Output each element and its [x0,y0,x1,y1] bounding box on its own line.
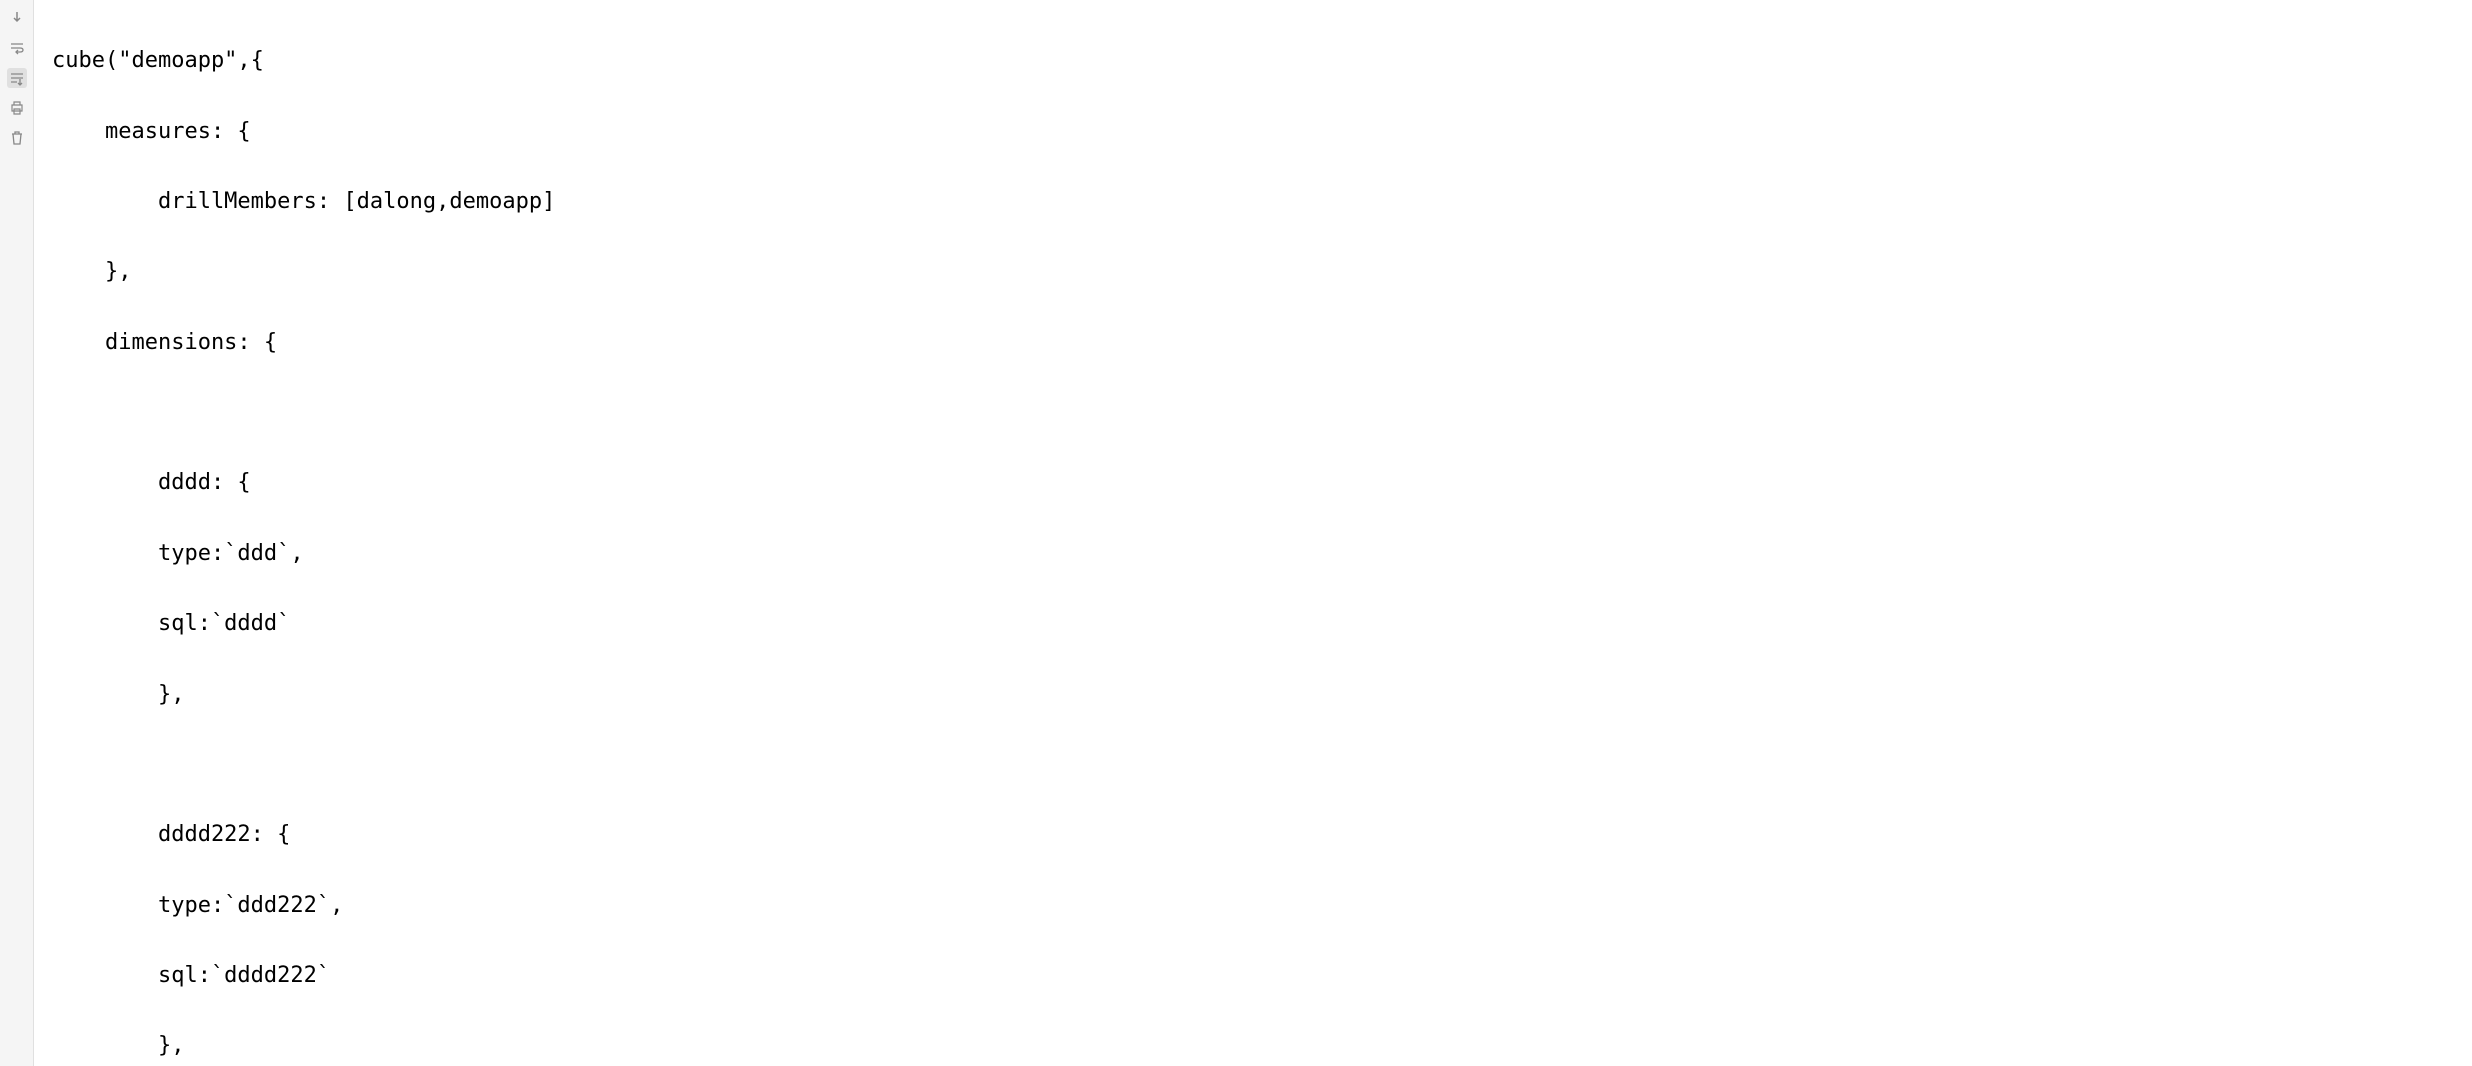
code-line: }, [52,254,2454,289]
code-line: dddd: { [52,465,2454,500]
code-line: drillMembers: [dalong,demoapp] [52,184,2454,219]
code-line: }, [52,1028,2454,1063]
code-line: type:`ddd222`, [52,888,2454,923]
code-line: dimensions: { [52,325,2454,360]
download-icon[interactable] [7,8,27,28]
editor-gutter [0,0,34,1066]
code-line [52,395,2454,430]
trash-icon[interactable] [7,128,27,148]
code-line: sql:`dddd222` [52,958,2454,993]
code-line: dddd222: { [52,817,2454,852]
code-line: measures: { [52,114,2454,149]
code-line [52,747,2454,782]
wrap-icon[interactable] [7,38,27,58]
code-editor[interactable]: cube("demoapp",{ measures: { drillMember… [34,0,2472,1066]
code-line: type:`ddd`, [52,536,2454,571]
print-icon[interactable] [7,98,27,118]
code-line: cube("demoapp",{ [52,43,2454,78]
code-line: }, [52,677,2454,712]
save-icon[interactable] [7,68,27,88]
code-line: sql:`dddd` [52,606,2454,641]
